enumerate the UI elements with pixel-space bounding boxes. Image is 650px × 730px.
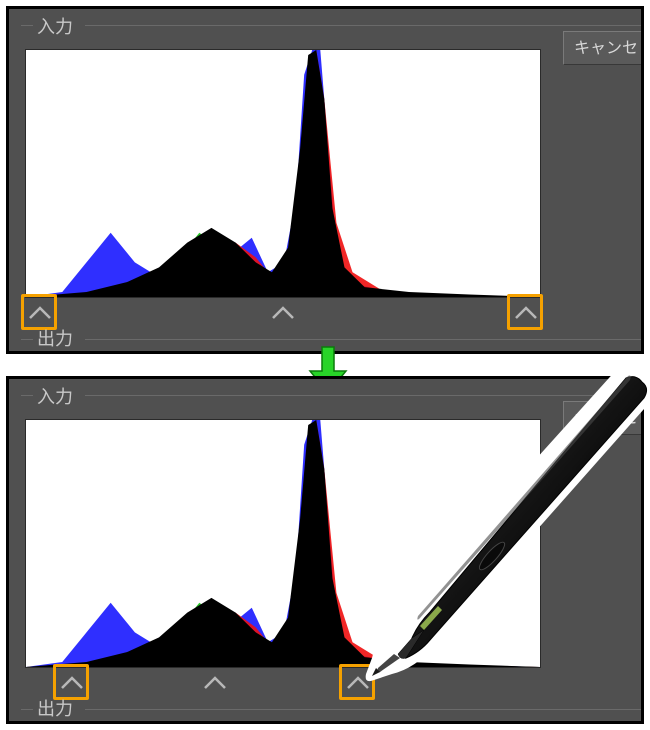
output-section-label: 出力 — [37, 695, 73, 721]
divider — [85, 395, 641, 396]
levels-panel-before: 入力 キャンセ 出力 — [6, 6, 644, 354]
histogram-display — [25, 419, 541, 668]
divider — [85, 339, 641, 340]
input-section-label: 入力 — [37, 383, 73, 409]
output-section-label: 出力 — [37, 325, 73, 351]
input-section-label: 入力 — [37, 13, 73, 39]
histogram-display — [25, 49, 541, 298]
shadow-slider-handle[interactable] — [57, 670, 87, 696]
cancel-button[interactable]: キャンセ — [563, 31, 641, 65]
levels-panel-after: 入力 キャンセ 出力 — [6, 376, 644, 724]
divider — [21, 25, 33, 26]
divider — [21, 339, 33, 340]
histogram-svg — [26, 50, 540, 297]
shadow-slider-handle[interactable] — [25, 300, 55, 326]
divider — [21, 709, 33, 710]
highlight-slider-handle[interactable] — [511, 300, 541, 326]
midtone-slider-handle[interactable] — [200, 670, 230, 696]
divider — [85, 709, 641, 710]
histogram-svg — [26, 420, 540, 667]
input-slider-track[interactable] — [25, 669, 541, 697]
divider — [21, 395, 33, 396]
highlight-slider-handle[interactable] — [343, 670, 373, 696]
midtone-slider-handle[interactable] — [268, 300, 298, 326]
cancel-button[interactable]: キャンセ — [563, 401, 641, 435]
input-slider-track[interactable] — [25, 299, 541, 327]
divider — [85, 25, 641, 26]
